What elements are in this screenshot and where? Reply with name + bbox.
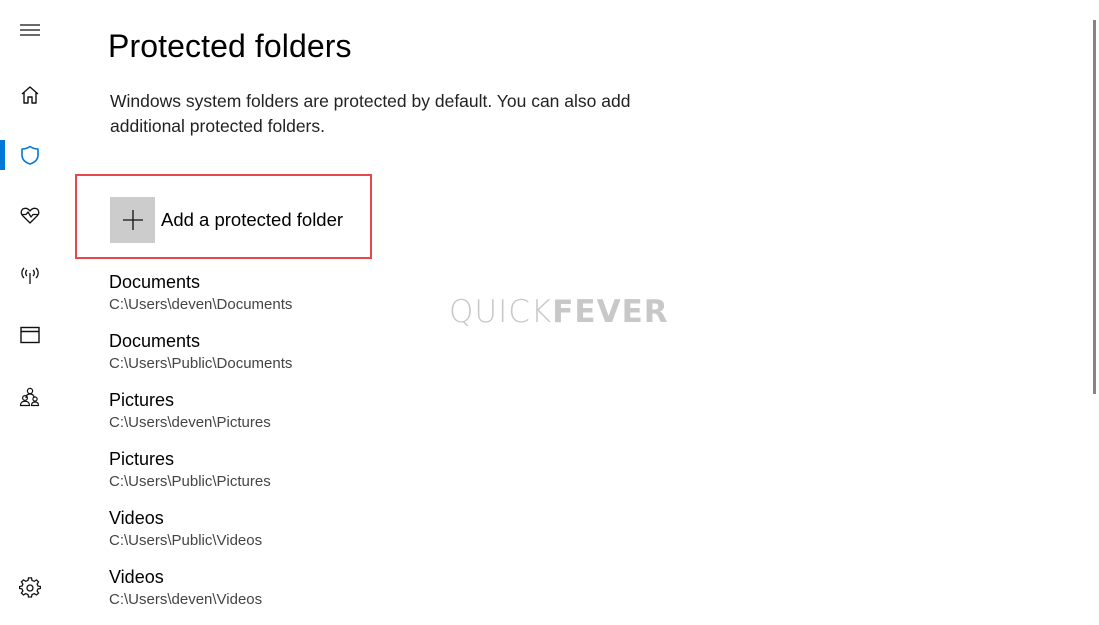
- plus-icon: [122, 210, 143, 230]
- nav-device-performance-health[interactable]: [0, 195, 60, 235]
- shield-icon: [21, 145, 39, 165]
- browser-window-icon: [20, 326, 40, 344]
- folder-path: C:\Users\deven\Pictures: [109, 414, 271, 431]
- hamburger-menu-icon: [20, 24, 40, 36]
- protected-folder-list: Documents C:\Users\deven\Documents Docum…: [109, 271, 292, 625]
- folder-name: Documents: [109, 331, 201, 351]
- nav-family-options[interactable]: [0, 377, 60, 417]
- nav-virus-threat-protection[interactable]: [0, 135, 60, 175]
- nav-settings[interactable]: [0, 568, 60, 608]
- folder-path: C:\Users\Public\Documents: [109, 355, 293, 372]
- navigation-rail: [0, 0, 60, 625]
- folder-path: C:\Users\Public\Videos: [109, 532, 263, 549]
- page-description: Windows system folders are protected by …: [110, 91, 631, 136]
- hamburger-menu-button[interactable]: [0, 10, 60, 50]
- folder-list-item[interactable]: Pictures C:\Users\deven\Pictures: [109, 389, 292, 448]
- vertical-scrollbar-thumb[interactable]: [1093, 20, 1096, 394]
- watermark-part1: QUICK: [449, 294, 553, 330]
- folder-list-item[interactable]: Documents C:\Users\Public\Documents: [109, 330, 292, 389]
- nav-firewall-network[interactable]: [0, 255, 60, 295]
- add-tile: [110, 197, 155, 243]
- folder-name: Videos: [109, 508, 164, 528]
- folder-name: Videos: [109, 567, 164, 587]
- folder-list-item[interactable]: Videos C:\Users\deven\Videos: [109, 566, 292, 625]
- folder-list-item[interactable]: Documents C:\Users\deven\Documents: [109, 271, 292, 330]
- folder-path: C:\Users\deven\Documents: [109, 296, 293, 313]
- gear-icon: [19, 577, 41, 598]
- folder-path: C:\Users\deven\Videos: [109, 591, 263, 608]
- folder-name: Documents: [109, 272, 201, 292]
- page-title: Protected folders: [108, 28, 352, 64]
- family-people-icon: [19, 387, 40, 407]
- folder-path: C:\Users\Public\Pictures: [109, 473, 271, 490]
- watermark-part2: FEVER: [552, 294, 669, 330]
- folder-list-item[interactable]: Pictures C:\Users\Public\Pictures: [109, 448, 292, 507]
- folder-name: Pictures: [109, 449, 175, 469]
- antenna-signal-icon: [21, 267, 39, 284]
- add-protected-folder-label: Add a protected folder: [161, 209, 344, 230]
- nav-home[interactable]: [0, 75, 60, 115]
- heart-pulse-icon: [20, 207, 40, 224]
- folder-name: Pictures: [109, 390, 175, 410]
- watermark: QUICKFEVER: [449, 294, 669, 330]
- home-icon: [21, 86, 39, 104]
- folder-list-item[interactable]: Videos C:\Users\Public\Videos: [109, 507, 292, 566]
- add-protected-folder-button[interactable]: Add a protected folder: [110, 197, 343, 243]
- nav-app-browser-control[interactable]: [0, 315, 60, 355]
